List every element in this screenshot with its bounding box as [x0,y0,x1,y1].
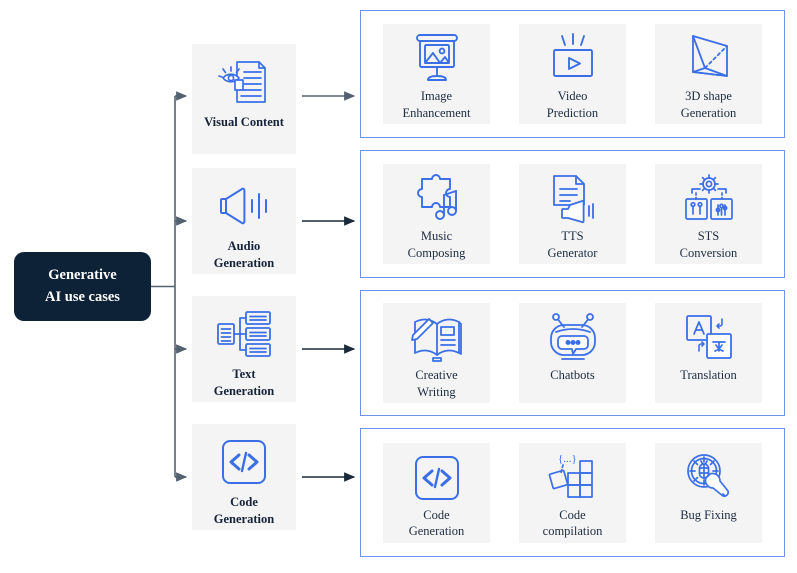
category-label-line1: Visual Content [204,115,284,129]
category-box-text-generation[interactable]: Text Generation [192,296,296,402]
root-title-line2: AI use cases [45,288,120,305]
card-translation[interactable]: Translation [655,303,762,403]
category-label-line1: Text [232,367,256,381]
document-speaker-icon [546,170,600,228]
speaker-waves-icon [216,178,272,234]
category-label-line2: Generation [213,383,275,398]
card-label: Code Generation [408,507,465,539]
presentation-image-icon [409,30,465,88]
card-label: TTS Generator [547,229,598,260]
category-box-audio-generation[interactable]: Audio Generation [192,168,296,274]
code-brackets-icon [413,449,461,507]
card-label: Translation [680,368,737,382]
card-video-prediction[interactable]: Video Prediction [519,24,626,124]
trunk-connector [151,96,176,477]
card-code-generation[interactable]: Code Generation [383,442,490,543]
group-panel-audio-generation: Music Composing TTS Generator STS Conver… [360,150,785,278]
card-label: STS Conversion [679,229,738,260]
category-box-visual-content[interactable]: Visual Content [192,44,296,154]
card-label: Chatbots [550,368,595,382]
video-play-icon [546,30,600,88]
card-label: Image Enhancement [402,89,471,120]
card-code-compilation[interactable]: {...} Code compilation [519,442,626,543]
category-label: Audio Generation [211,238,277,272]
root-node: Generative AI use cases [14,252,151,321]
card-chatbots[interactable]: Chatbots [519,303,626,403]
group-panel-code-generation: Code Generation {...} Code compilation B… [360,428,785,557]
card-label: Bug Fixing [680,507,737,522]
root-title-line1: Generative [48,267,117,284]
text-tree-icon [216,306,272,362]
card-sts-conversion[interactable]: STS Conversion [655,164,762,264]
category-label-line2: Generation [213,511,275,526]
category-box-code-generation[interactable]: Code Generation [192,424,296,530]
group-panel-visual-content: Image Enhancement Video Prediction 3D sh… [360,10,785,138]
category-label-line1: Code [230,495,258,509]
card-label: Code compilation [542,507,603,539]
puzzle-music-icon [410,170,464,228]
code-blocks-icon: {...} [546,449,600,507]
card-music-composing[interactable]: Music Composing [383,164,490,264]
category-label: Text Generation [211,366,277,400]
card-3d-shape-generation[interactable]: 3D shape Generation [655,24,762,124]
category-label-line2: Generation [213,255,275,270]
robot-chat-icon [546,309,600,367]
document-eye-icon [217,54,271,110]
svg-text:{...}: {...} [558,453,577,465]
card-label: 3D shape Generation [680,89,737,120]
card-label: Music Composing [407,229,466,260]
group-panel-text-generation: Creative Writing Chatbots Translation [360,290,785,416]
card-label: Video Prediction [546,89,599,120]
bug-wrench-icon [682,449,736,507]
translate-cards-icon [682,309,736,367]
card-label: Creative Writing [415,368,458,399]
gear-voice-panels-icon [682,170,736,228]
prism-3d-icon [683,30,735,88]
card-image-enhancement[interactable]: Image Enhancement [383,24,490,124]
category-label: Code Generation [211,494,277,528]
category-label-line1: Audio [227,239,261,253]
book-pencil-icon [409,309,465,367]
code-brackets-icon [220,434,268,490]
card-tts-generator[interactable]: TTS Generator [519,164,626,264]
category-label: Visual Content [201,114,287,131]
card-bug-fixing[interactable]: Bug Fixing [655,442,762,543]
card-creative-writing[interactable]: Creative Writing [383,303,490,403]
